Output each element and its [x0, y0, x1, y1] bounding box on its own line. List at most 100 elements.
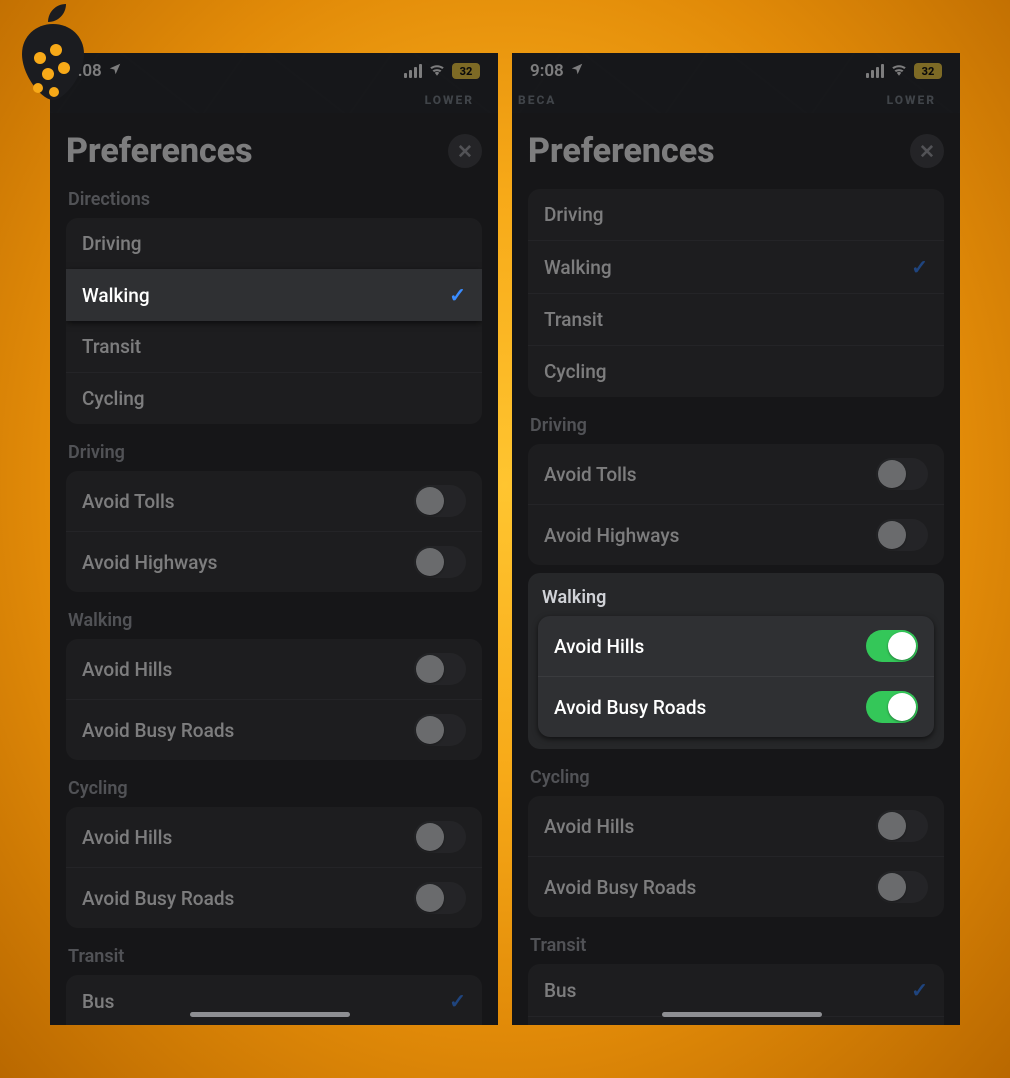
sheet-title: Preferences [528, 131, 715, 171]
cycling-group: Avoid Hills Avoid Busy Roads [66, 807, 482, 928]
close-button[interactable]: ✕ [448, 134, 482, 168]
toggle-row-avoid-busy-roads: Avoid Busy Roads [528, 856, 944, 917]
direction-option-walking[interactable]: Walking ✓ [528, 240, 944, 293]
toggle-label: Avoid Highways [82, 551, 217, 574]
section-header-driving: Driving [530, 415, 944, 436]
transit-option-subway[interactable]: Subway & Light Rail ✓ [528, 1016, 944, 1025]
battery-indicator: 32 [914, 63, 942, 79]
toggle-switch[interactable] [414, 882, 466, 914]
option-label: Cycling [82, 387, 145, 410]
location-icon [108, 61, 122, 81]
map-label: LOWER [425, 93, 474, 107]
section-header-directions: Directions [68, 189, 482, 210]
sheet-title: Preferences [66, 131, 253, 171]
toggle-row-avoid-busy-roads: Avoid Busy Roads [66, 867, 482, 928]
transit-option-bus[interactable]: Bus ✓ [66, 975, 482, 1025]
status-bar: 9:08 32 [512, 53, 960, 89]
toggle-switch[interactable] [876, 871, 928, 903]
battery-indicator: 32 [452, 63, 480, 79]
map-background: 9:08 32 LOWER [50, 53, 498, 113]
option-label: Cycling [544, 360, 607, 383]
option-label: Walking [544, 256, 612, 279]
direction-option-driving[interactable]: Driving [528, 189, 944, 240]
direction-option-walking[interactable]: Walking ✓ [66, 269, 482, 321]
cellular-signal-icon [866, 64, 884, 78]
directions-group: Driving Walking ✓ Transit Cycling [66, 218, 482, 424]
section-header-walking: Walking [542, 587, 944, 608]
section-header-cycling: Cycling [530, 767, 944, 788]
cellular-signal-icon [404, 64, 422, 78]
option-label: Transit [82, 335, 141, 358]
toggle-label: Avoid Hills [544, 815, 634, 838]
section-header-transit: Transit [530, 935, 944, 956]
direction-option-cycling[interactable]: Cycling [66, 372, 482, 424]
close-icon: ✕ [919, 140, 935, 163]
direction-option-driving[interactable]: Driving [66, 218, 482, 269]
walking-group: Avoid Hills Avoid Busy Roads [66, 639, 482, 760]
wifi-icon [428, 61, 446, 81]
transit-group: Bus ✓ Subway & Light Rail ✓ [66, 975, 482, 1025]
location-icon [570, 61, 584, 81]
toggle-switch[interactable] [414, 653, 466, 685]
site-logo-icon [8, 0, 98, 110]
toggle-row-avoid-highways: Avoid Highways [66, 531, 482, 592]
section-header-cycling: Cycling [68, 778, 482, 799]
toggle-row-avoid-hills: Avoid Hills [66, 807, 482, 867]
toggle-label: Avoid Tolls [544, 463, 637, 486]
driving-group: Avoid Tolls Avoid Highways [66, 471, 482, 592]
walking-section-highlight: Walking Avoid Hills Avoid Busy Roads [528, 573, 944, 749]
toggle-switch[interactable] [866, 691, 918, 723]
checkmark-icon: ✓ [449, 989, 466, 1013]
status-time: 9:08 [530, 61, 564, 81]
scroll-indicator [662, 1012, 822, 1017]
close-button[interactable]: ✕ [910, 134, 944, 168]
toggle-row-avoid-tolls: Avoid Tolls [528, 444, 944, 504]
toggle-row-avoid-tolls: Avoid Tolls [66, 471, 482, 531]
transit-option-bus[interactable]: Bus ✓ [528, 964, 944, 1016]
screenshot-left: 9:08 32 LOWER Preferences [50, 53, 498, 1025]
scroll-indicator [190, 1012, 350, 1017]
toggle-label: Avoid Tolls [82, 490, 175, 513]
toggle-switch[interactable] [414, 485, 466, 517]
option-label: Driving [544, 203, 604, 226]
checkmark-icon: ✓ [449, 283, 466, 307]
direction-option-transit[interactable]: Transit [528, 293, 944, 345]
close-icon: ✕ [457, 140, 473, 163]
checkmark-icon: ✓ [911, 255, 928, 279]
map-background: 9:08 32 BECA LOWER [512, 53, 960, 113]
section-header-walking: Walking [68, 610, 482, 631]
toggle-label: Avoid Busy Roads [544, 876, 696, 899]
option-label: Bus [82, 990, 114, 1013]
direction-option-cycling[interactable]: Cycling [528, 345, 944, 397]
toggle-switch[interactable] [876, 810, 928, 842]
checkmark-icon: ✓ [911, 978, 928, 1002]
preferences-sheet: Preferences ✕ Directions Driving Walking… [50, 113, 498, 1025]
direction-option-transit[interactable]: Transit [66, 321, 482, 372]
toggle-label: Avoid Busy Roads [82, 719, 234, 742]
option-label: Bus [544, 979, 576, 1002]
map-label: LOWER [887, 93, 936, 107]
toggle-switch[interactable] [414, 546, 466, 578]
preferences-sheet: Preferences ✕ Driving Walking ✓ Transit [512, 113, 960, 1025]
status-bar: 9:08 32 [50, 53, 498, 89]
toggle-switch[interactable] [876, 458, 928, 490]
wifi-icon [890, 61, 908, 81]
toggle-row-avoid-highways: Avoid Highways [528, 504, 944, 565]
toggle-switch[interactable] [414, 821, 466, 853]
toggle-label: Avoid Hills [82, 658, 172, 681]
toggle-row-avoid-hills: Avoid Hills [538, 616, 934, 676]
toggle-label: Avoid Highways [544, 524, 679, 547]
option-label: Driving [82, 232, 142, 255]
toggle-label: Avoid Hills [82, 826, 172, 849]
toggle-row-avoid-hills: Avoid Hills [66, 639, 482, 699]
driving-group: Avoid Tolls Avoid Highways [528, 444, 944, 565]
cycling-group: Avoid Hills Avoid Busy Roads [528, 796, 944, 917]
toggle-switch[interactable] [866, 630, 918, 662]
toggle-label: Avoid Busy Roads [82, 887, 234, 910]
toggle-row-avoid-busy-roads: Avoid Busy Roads [66, 699, 482, 760]
screenshot-right: 9:08 32 BECA LOWER Prefere [512, 53, 960, 1025]
option-label: Transit [544, 308, 603, 331]
toggle-switch[interactable] [876, 519, 928, 551]
option-label: Walking [82, 284, 150, 307]
toggle-switch[interactable] [414, 714, 466, 746]
